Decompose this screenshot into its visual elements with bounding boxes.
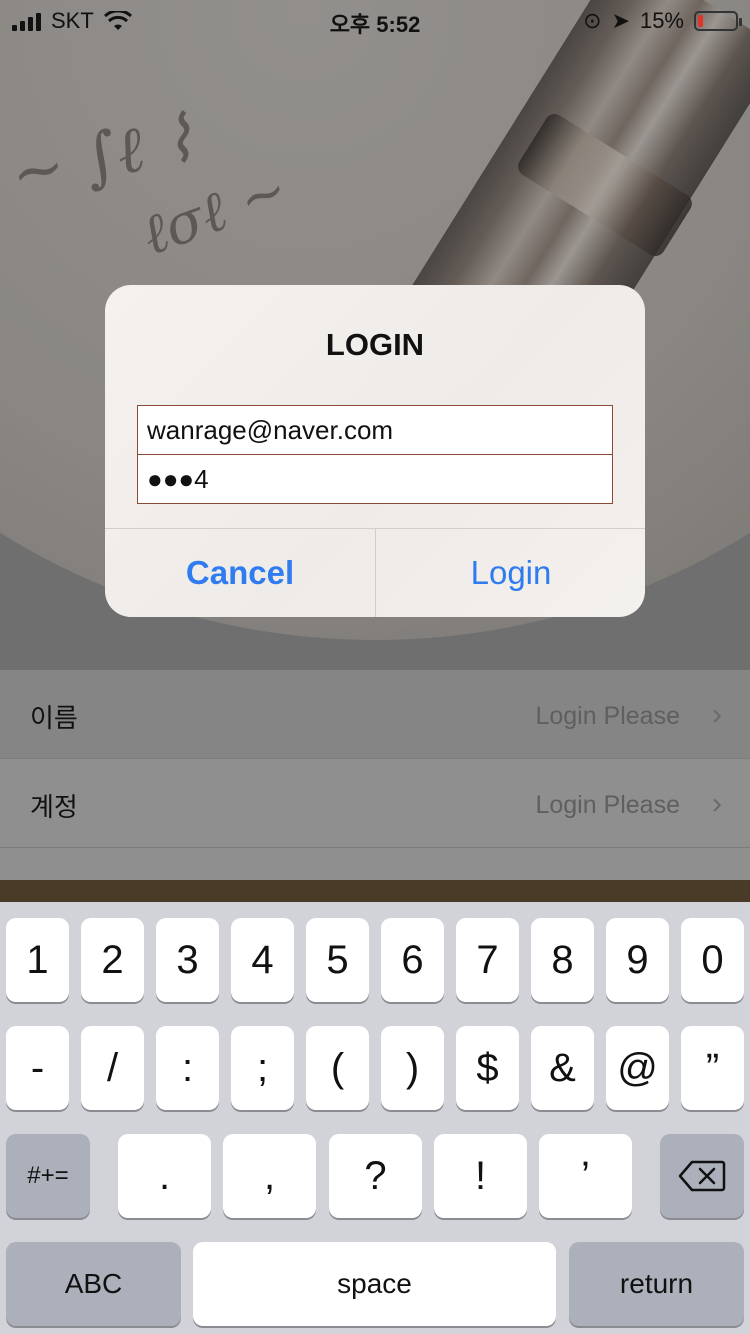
key-1[interactable]: 1 xyxy=(6,918,69,1002)
key-dollar[interactable]: $ xyxy=(456,1026,519,1110)
key-quote[interactable]: ” xyxy=(681,1026,744,1110)
battery-percent: 15% xyxy=(639,8,684,33)
key-semicolon[interactable]: ; xyxy=(231,1026,294,1110)
key-hyphen[interactable]: - xyxy=(6,1026,69,1110)
location-arrow-icon: ➤ xyxy=(611,8,630,33)
key-3[interactable]: 3 xyxy=(156,918,219,1002)
bottom-divider-strip xyxy=(0,880,750,902)
key-colon[interactable]: : xyxy=(156,1026,219,1110)
key-8[interactable]: 8 xyxy=(531,918,594,1002)
key-7[interactable]: 7 xyxy=(456,918,519,1002)
key-9[interactable]: 9 xyxy=(606,918,669,1002)
row-value: Login Please xyxy=(535,791,680,819)
cancel-button[interactable]: Cancel xyxy=(105,529,375,617)
battery-icon xyxy=(694,11,742,31)
key-2[interactable]: 2 xyxy=(81,918,144,1002)
row-label: 이름 xyxy=(30,703,78,733)
list-row-account[interactable]: 계정 Login Please › xyxy=(0,759,750,848)
key-0[interactable]: 0 xyxy=(681,918,744,1002)
key-at[interactable]: @ xyxy=(606,1026,669,1110)
return-key[interactable]: return xyxy=(569,1242,744,1326)
keyboard: 1 2 3 4 5 6 7 8 9 0 - / : ; ( ) $ & @ ” … xyxy=(0,902,750,1334)
abc-key[interactable]: ABC xyxy=(6,1242,181,1326)
status-bar: SKT 오후 5:52 ⊙ ➤ 15% xyxy=(0,0,750,40)
row-label: 계정 xyxy=(30,792,78,822)
list-row-name[interactable]: 이름 Login Please › xyxy=(0,670,750,759)
dialog-title: LOGIN xyxy=(325,327,425,362)
key-period[interactable]: . xyxy=(118,1134,211,1218)
chevron-right-icon: › xyxy=(712,787,722,820)
key-ampersand[interactable]: & xyxy=(531,1026,594,1110)
profile-list: 이름 Login Please › 계정 Login Please › xyxy=(0,670,750,848)
key-open-paren[interactable]: ( xyxy=(306,1026,369,1110)
key-apostrophe[interactable]: ’ xyxy=(539,1134,632,1218)
password-field[interactable] xyxy=(137,454,613,504)
key-exclamation[interactable]: ! xyxy=(434,1134,527,1218)
space-key[interactable]: space xyxy=(193,1242,556,1326)
backspace-icon xyxy=(678,1160,726,1192)
key-slash[interactable]: / xyxy=(81,1026,144,1110)
orientation-lock-icon: ⊙ xyxy=(583,8,602,33)
key-question[interactable]: ? xyxy=(329,1134,422,1218)
row-value: Login Please xyxy=(535,702,680,730)
login-button[interactable]: Login xyxy=(376,529,645,617)
chevron-right-icon: › xyxy=(712,698,722,731)
key-5[interactable]: 5 xyxy=(306,918,369,1002)
login-dialog: LOGIN Cancel Login xyxy=(105,285,645,617)
email-field[interactable] xyxy=(137,405,613,455)
delete-key[interactable] xyxy=(660,1134,744,1218)
key-close-paren[interactable]: ) xyxy=(381,1026,444,1110)
key-6[interactable]: 6 xyxy=(381,918,444,1002)
symbols-key[interactable]: #+= xyxy=(6,1134,90,1218)
key-4[interactable]: 4 xyxy=(231,918,294,1002)
key-comma[interactable]: , xyxy=(223,1134,316,1218)
